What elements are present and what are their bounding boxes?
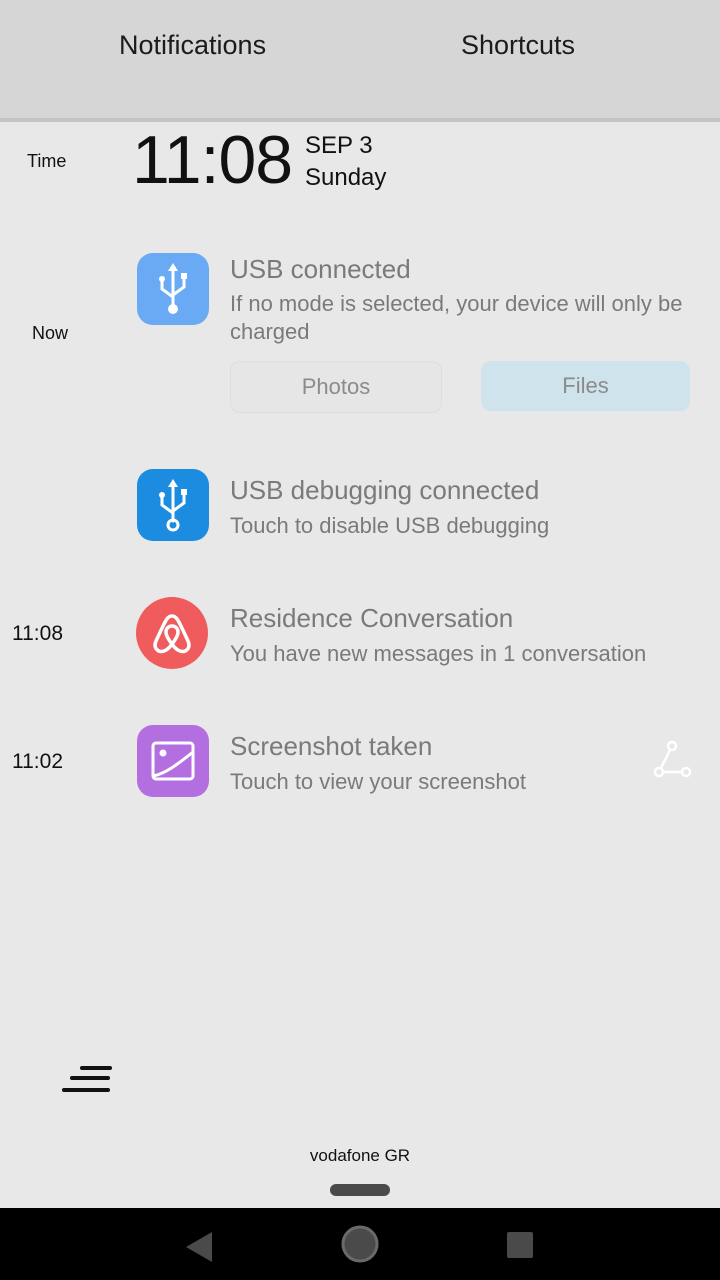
usb-icon[interactable] bbox=[137, 253, 209, 325]
airbnb-glyph-icon bbox=[153, 614, 191, 654]
carrier-label: vodafone GR bbox=[309, 1146, 411, 1165]
notification-text[interactable]: If no mode is selected, your device will… bbox=[230, 290, 700, 346]
airbnb-icon[interactable] bbox=[136, 597, 208, 669]
back-icon[interactable] bbox=[182, 1230, 216, 1264]
notification-time-label: 11:08 bbox=[12, 622, 63, 645]
usb-debug-glyph-icon bbox=[159, 479, 187, 532]
notification-title[interactable]: USB connected bbox=[230, 254, 411, 285]
clock-day: Sunday bbox=[305, 164, 387, 191]
notification-text[interactable]: You have new messages in 1 conversation bbox=[230, 640, 700, 668]
home-icon[interactable] bbox=[340, 1224, 380, 1264]
clock-time: 11:08 bbox=[132, 122, 293, 198]
image-glyph-icon bbox=[151, 741, 195, 781]
usb-debug-icon[interactable] bbox=[137, 469, 209, 541]
notification-time-label: 11:02 bbox=[12, 750, 63, 773]
menu-lines-icon[interactable] bbox=[60, 1064, 116, 1096]
navigation-bar bbox=[0, 1208, 720, 1280]
photos-button[interactable]: Photos bbox=[230, 361, 442, 413]
notification-title[interactable]: Screenshot taken bbox=[230, 731, 432, 762]
notification-time-label: Now bbox=[32, 323, 69, 343]
share-icon[interactable] bbox=[652, 740, 692, 780]
usb-glyph-icon bbox=[159, 263, 187, 314]
recents-icon[interactable] bbox=[505, 1230, 535, 1260]
screenshot-icon[interactable] bbox=[137, 725, 209, 797]
tab-shortcuts[interactable]: Shortcuts bbox=[461, 30, 575, 61]
tab-bar: Notifications Shortcuts bbox=[0, 0, 720, 118]
notification-title[interactable]: USB debugging connected bbox=[230, 475, 539, 506]
time-label: Time bbox=[27, 151, 67, 171]
clock-date: SEP 3 bbox=[305, 132, 373, 159]
panel-handle[interactable] bbox=[330, 1184, 390, 1196]
tab-notifications[interactable]: Notifications bbox=[119, 30, 266, 61]
notification-title[interactable]: Residence Conversation bbox=[230, 603, 513, 634]
notification-text[interactable]: Touch to disable USB debugging bbox=[230, 512, 700, 540]
files-button[interactable]: Files bbox=[481, 361, 690, 411]
notification-text[interactable]: Touch to view your screenshot bbox=[230, 768, 700, 796]
